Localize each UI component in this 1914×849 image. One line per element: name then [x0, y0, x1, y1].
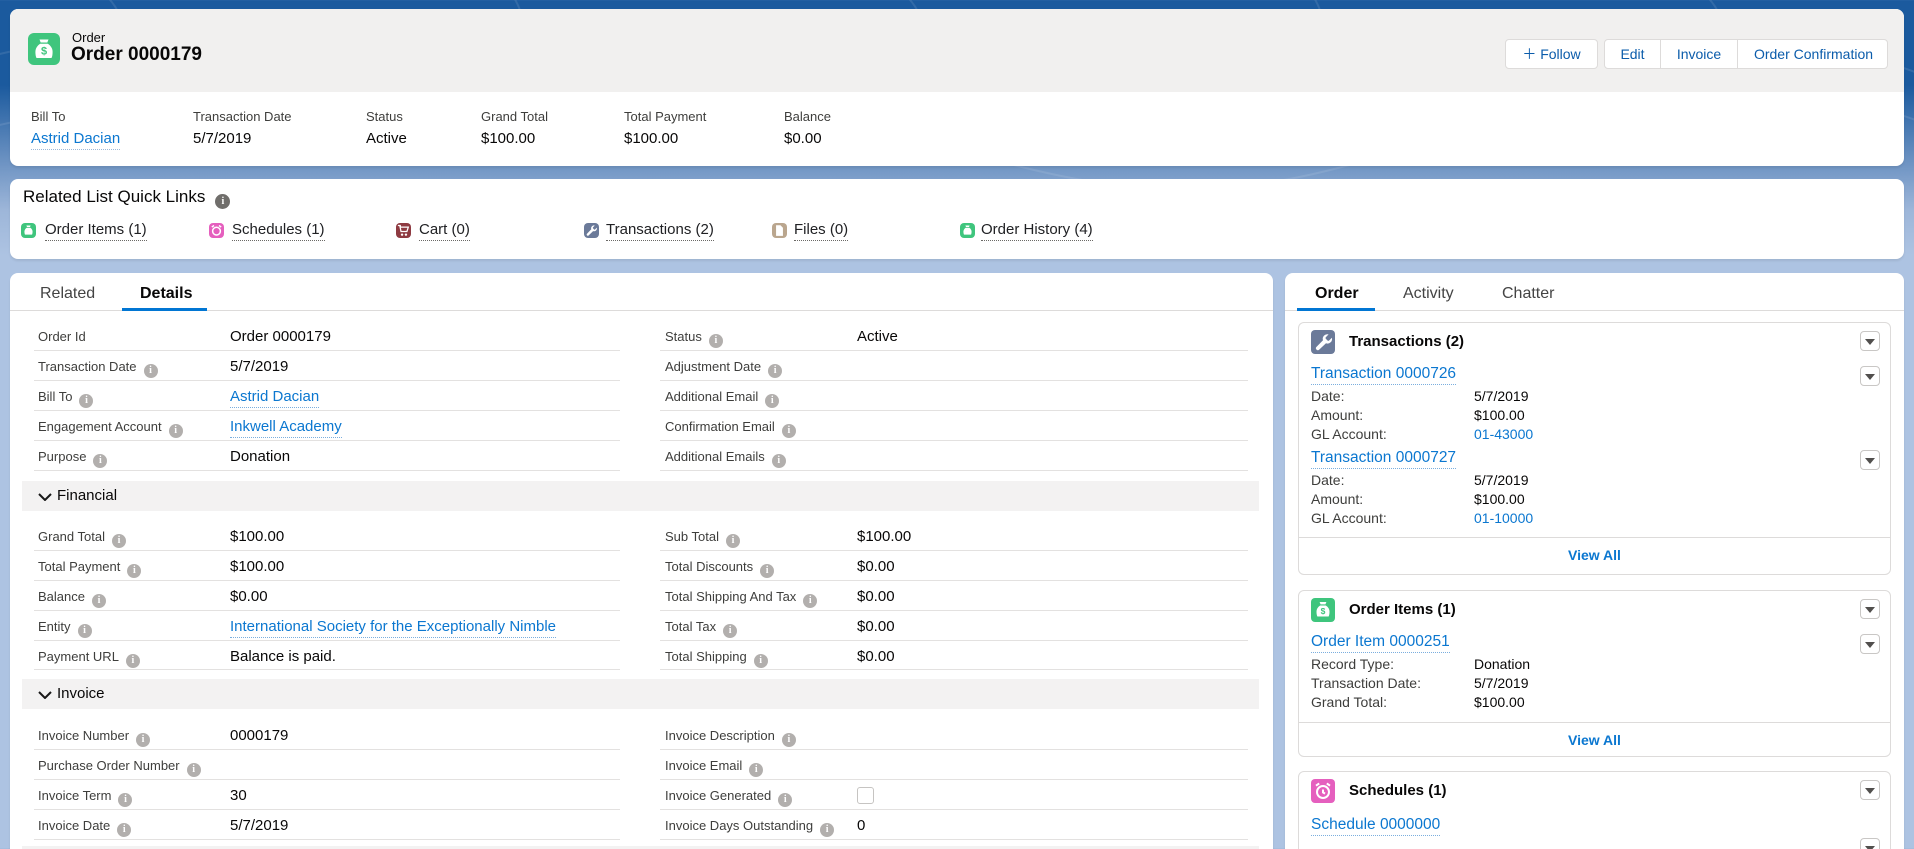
svg-text:$: $: [1321, 606, 1326, 616]
svg-text:$: $: [41, 46, 47, 58]
